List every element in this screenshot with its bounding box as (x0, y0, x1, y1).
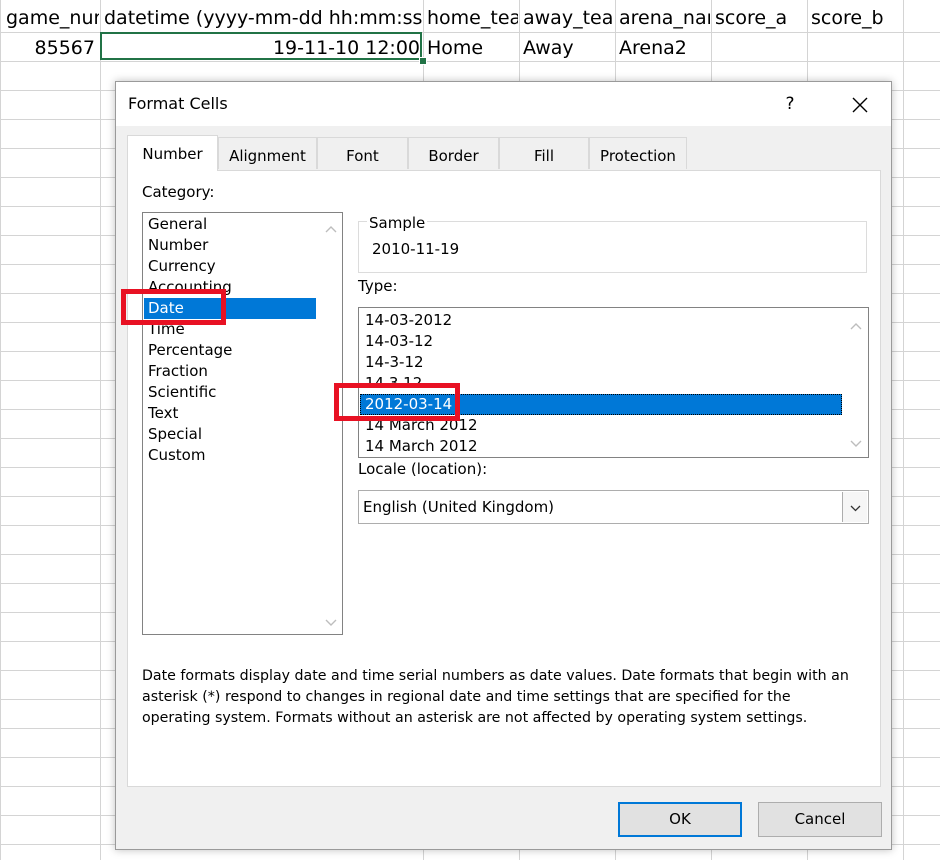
type-item[interactable]: 14-03-2012 (360, 310, 842, 331)
annotation-box-type (334, 383, 460, 421)
locale-label: Locale (location): (358, 460, 488, 478)
type-item[interactable]: 14-3-12 (360, 352, 842, 373)
annotation-box-date (121, 289, 226, 325)
close-button[interactable] (842, 88, 878, 120)
tab-font[interactable]: Font (317, 137, 408, 169)
tab-number[interactable]: Number (127, 135, 218, 171)
category-item-special[interactable]: Special (144, 424, 319, 445)
chevron-down-icon[interactable] (842, 492, 867, 522)
category-scrollbar[interactable] (321, 214, 341, 633)
header-cell-home-team[interactable]: home_tea (427, 3, 518, 32)
dialog-titlebar[interactable]: Format Cells ? (116, 82, 891, 126)
type-item[interactable]: 14 March 2012 (360, 436, 842, 457)
locale-select[interactable]: English (United Kingdom) (358, 490, 869, 524)
header-cell-arena-name[interactable]: arena_nar (619, 3, 710, 32)
header-cell-away-team[interactable]: away_tear (523, 3, 614, 32)
ok-button[interactable]: OK (618, 802, 742, 837)
category-item-general[interactable]: General (144, 214, 319, 235)
category-label: Category: (142, 183, 215, 201)
sample-value: 2010-11-19 (372, 240, 460, 258)
category-item-text[interactable]: Text (144, 403, 319, 424)
cell-game-num[interactable]: 85567 (2, 33, 95, 62)
cell-away-team[interactable]: Away (523, 33, 614, 62)
cell-arena-name[interactable]: Arena2 (619, 33, 710, 62)
header-cell-datetime[interactable]: datetime (yyyy-mm-dd hh:mm:ss) (104, 3, 422, 32)
format-description: Date formats display date and time seria… (142, 668, 849, 726)
header-cell-game-num[interactable]: game_nur (6, 3, 99, 32)
tab-protection[interactable]: Protection (589, 137, 687, 169)
header-cell-score-b[interactable]: score_b (811, 3, 902, 32)
category-listbox[interactable]: General Number Currency Accounting Date … (142, 212, 343, 635)
scroll-down-arrow-icon[interactable] (846, 433, 866, 451)
number-tab-panel: Category: General Number Currency Accoun… (127, 170, 881, 787)
type-label: Type: (358, 277, 398, 295)
category-item-number[interactable]: Number (144, 235, 319, 256)
sample-label: Sample (367, 214, 428, 232)
active-cell-border (100, 32, 422, 60)
category-item-scientific[interactable]: Scientific (144, 382, 319, 403)
category-item-currency[interactable]: Currency (144, 256, 319, 277)
dialog-title: Format Cells (128, 94, 228, 113)
help-button[interactable]: ? (776, 90, 804, 118)
category-item-percentage[interactable]: Percentage (144, 340, 319, 361)
gridline (100, 0, 101, 860)
cell-home-team[interactable]: Home (427, 33, 518, 62)
cancel-button[interactable]: Cancel (758, 802, 882, 837)
scroll-down-arrow-icon[interactable] (321, 612, 341, 630)
gridline (903, 0, 904, 860)
format-cells-dialog: Format Cells ? Number Alignment Font Bor… (115, 81, 892, 850)
tab-alignment[interactable]: Alignment (218, 137, 317, 169)
header-cell-score-a[interactable]: score_a (715, 3, 806, 32)
scroll-up-arrow-icon[interactable] (846, 315, 866, 333)
fill-handle[interactable] (419, 57, 427, 65)
gridline (0, 0, 1, 860)
type-item[interactable]: 14-03-12 (360, 331, 842, 352)
category-item-fraction[interactable]: Fraction (144, 361, 319, 382)
tab-fill[interactable]: Fill (499, 137, 589, 169)
type-scrollbar[interactable] (846, 309, 866, 456)
tab-border[interactable]: Border (408, 137, 499, 169)
close-icon (852, 97, 868, 112)
scroll-up-arrow-icon[interactable] (321, 218, 341, 236)
locale-value: English (United Kingdom) (363, 498, 555, 516)
category-item-custom[interactable]: Custom (144, 445, 319, 466)
